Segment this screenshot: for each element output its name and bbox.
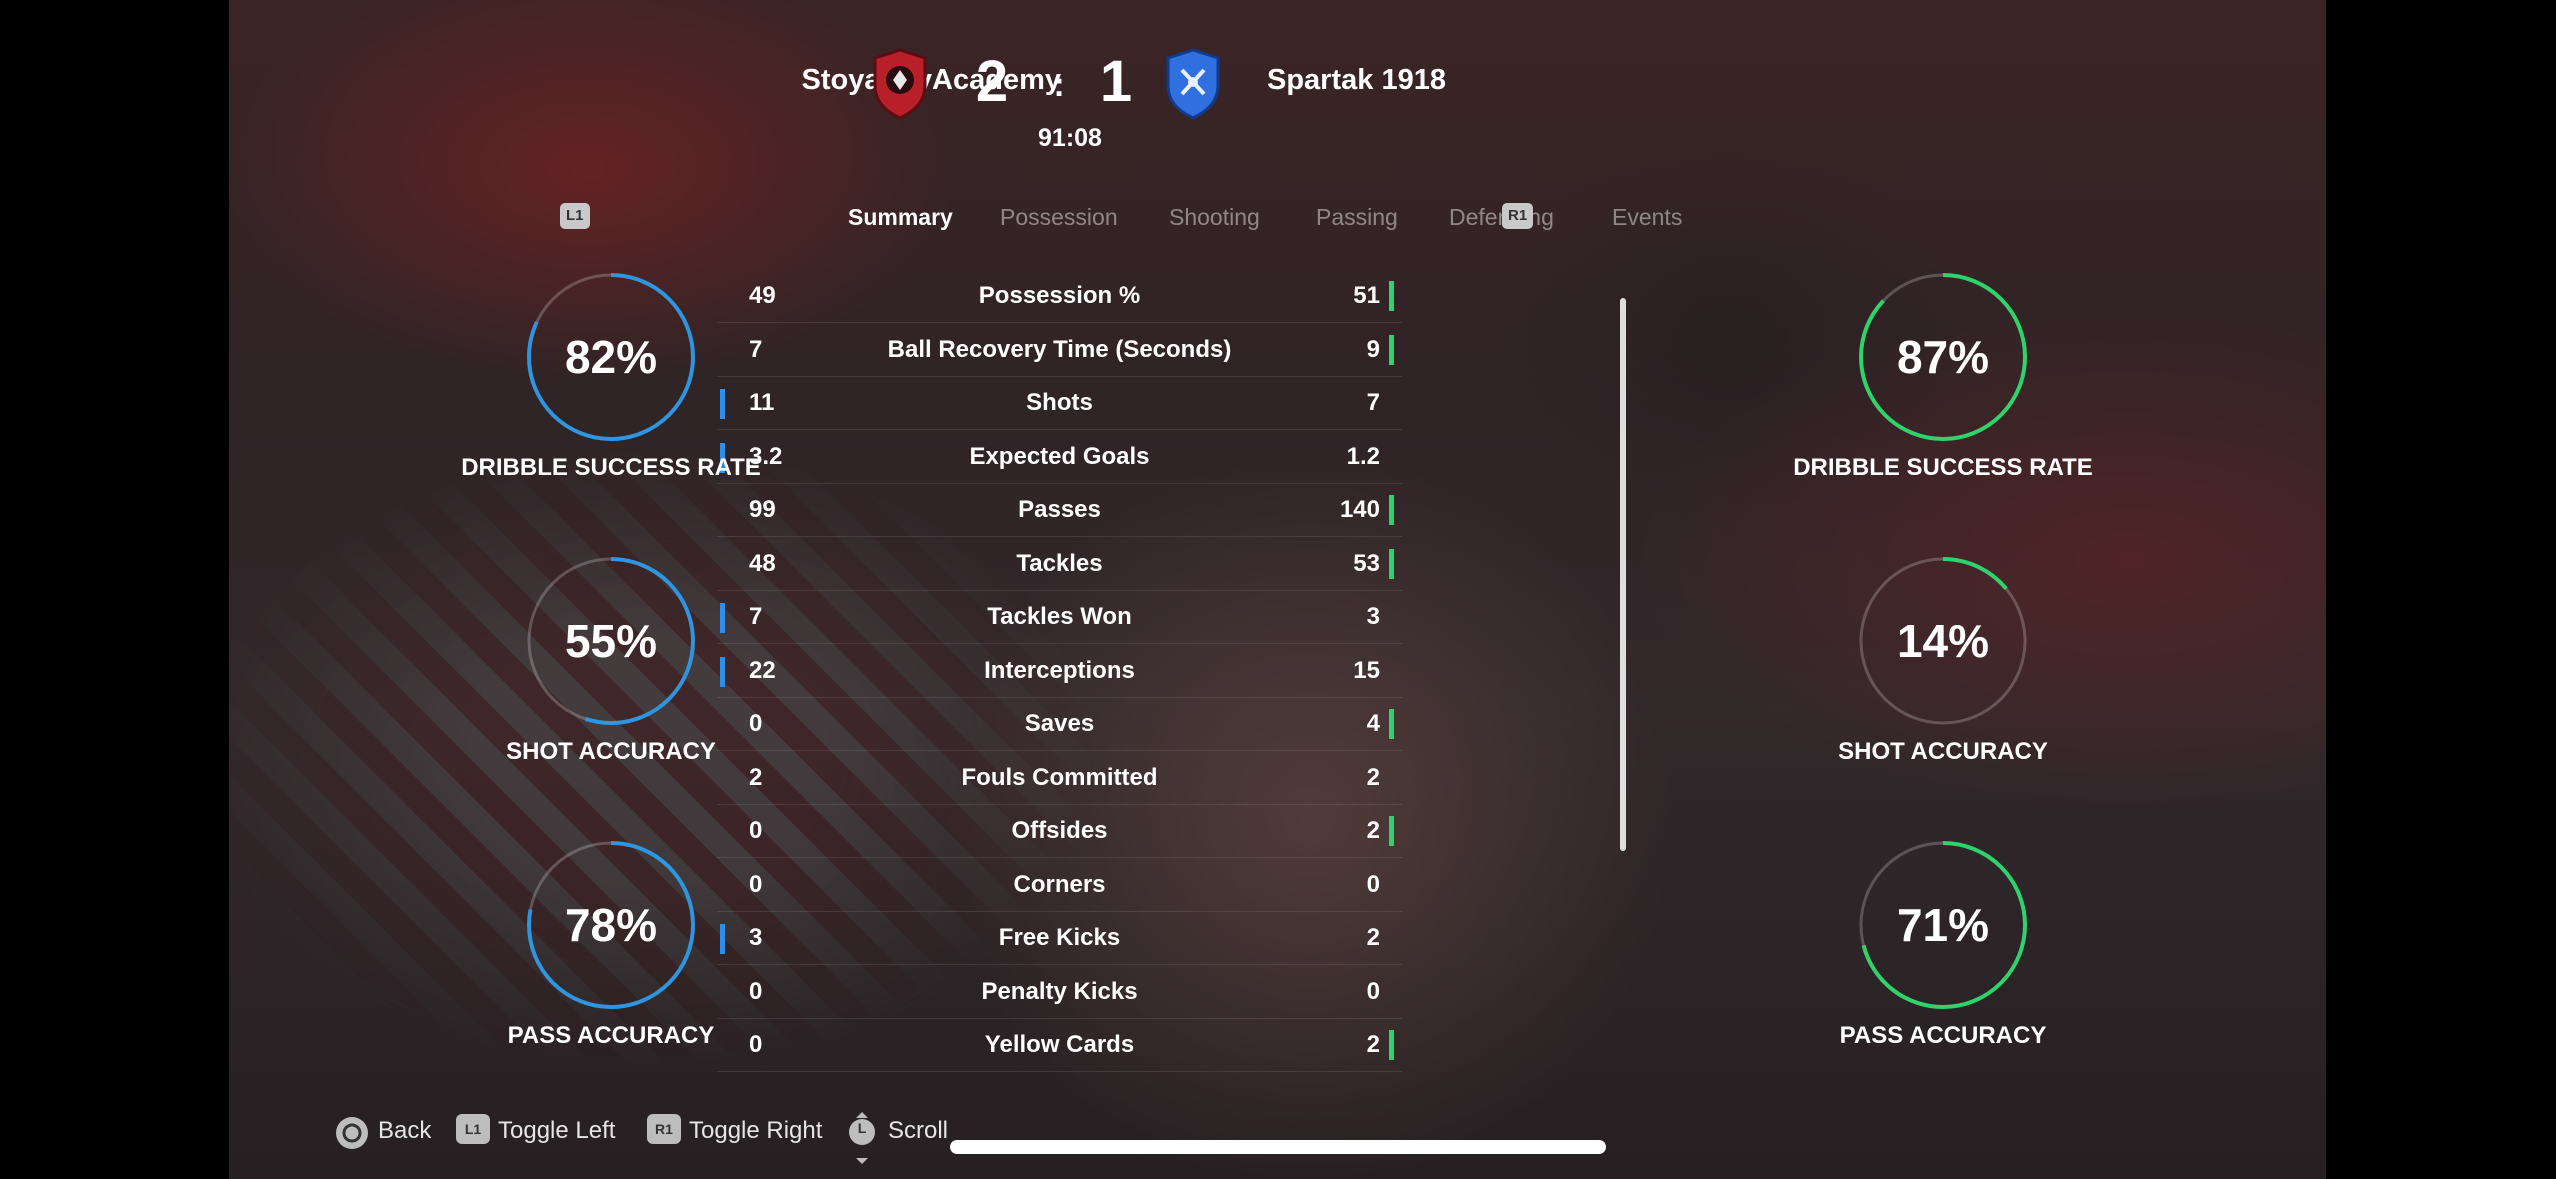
l1-footer-icon[interactable]: L1 xyxy=(456,1114,490,1144)
l1-button-icon[interactable]: L1 xyxy=(560,203,590,229)
toggle-left-label[interactable]: Toggle Left xyxy=(498,1117,615,1145)
stat-label: Possession % xyxy=(978,282,1141,309)
away-stat-value: 0 xyxy=(1366,977,1380,1005)
stat-row: 0 Penalty Kicks 0 xyxy=(717,965,1402,1019)
away-leader-bar xyxy=(1389,1030,1394,1060)
away-stat-value: 2 xyxy=(1366,1031,1380,1058)
away-leader-bar xyxy=(1389,709,1394,739)
away-stat-value: 3 xyxy=(1366,603,1380,630)
away-stat-value: 51 xyxy=(1353,282,1380,309)
home-indicator-bar[interactable] xyxy=(950,1140,1606,1154)
r1-button-icon[interactable]: R1 xyxy=(1502,203,1534,229)
away-stat-value: 2 xyxy=(1366,924,1380,951)
gauge-label: PASS ACCURACY xyxy=(507,1022,715,1049)
stat-label: Interceptions xyxy=(984,656,1135,684)
away-stat-value: 9 xyxy=(1366,335,1380,363)
stat-row: 7 Ball Recovery Time (Seconds) 9 xyxy=(717,323,1402,377)
away-score: 1 xyxy=(1099,49,1133,114)
away-leader-bar xyxy=(1389,816,1394,846)
stat-row: 99 Passes 140 xyxy=(717,483,1402,537)
stat-label: Ball Recovery Time (Seconds) xyxy=(887,335,1232,363)
r1-footer-icon[interactable]: R1 xyxy=(647,1114,681,1144)
away-leader-bar xyxy=(1389,281,1394,311)
stat-row: 48 Tackles 53 xyxy=(717,537,1402,591)
stat-label: Fouls Committed xyxy=(961,763,1158,791)
stat-row: 11 Shots 7 xyxy=(717,376,1402,430)
stat-row: 0 Yellow Cards 2 xyxy=(717,1018,1402,1072)
stat-row: 3 Free Kicks 2 xyxy=(717,911,1402,965)
stat-label: Yellow Cards xyxy=(984,1031,1135,1058)
away-team-name: Spartak 1918 xyxy=(1267,64,1446,96)
stats-scrollbar[interactable] xyxy=(1620,298,1626,851)
gauge-label: SHOT ACCURACY xyxy=(1838,738,2048,765)
stat-row: 3.2 Expected Goals 1.2 xyxy=(717,430,1402,484)
stat-label: Tackles xyxy=(1016,549,1103,577)
back-label[interactable]: Back xyxy=(378,1117,431,1145)
tab-possession[interactable]: Possession xyxy=(1000,204,1118,231)
stat-label: Free Kicks xyxy=(998,924,1121,951)
away-stat-value: 4 xyxy=(1366,710,1380,737)
stat-label: Saves xyxy=(1024,710,1095,737)
gauge-value: 78% xyxy=(564,899,658,951)
home-gauge: 78% xyxy=(526,840,696,1010)
gauge-value: 87% xyxy=(1896,331,1990,383)
gauge-label: PASS ACCURACY xyxy=(1839,1022,2047,1049)
toggle-right-label[interactable]: Toggle Right xyxy=(689,1117,822,1145)
gauge-value: 14% xyxy=(1896,615,1990,667)
stat-row: 7 Tackles Won 3 xyxy=(717,590,1402,644)
away-leader-bar xyxy=(1389,334,1394,365)
away-stat-value: 53 xyxy=(1353,549,1380,577)
gauge-label: DRIBBLE SUCCESS RATE xyxy=(1793,454,2093,481)
gauge-value: 71% xyxy=(1896,899,1990,951)
home-score: 2 xyxy=(975,49,1009,114)
away-stat-value: 2 xyxy=(1366,817,1380,844)
stat-label: Passes xyxy=(1018,496,1101,523)
home-crest-icon xyxy=(873,48,927,120)
stat-row: 0 Offsides 2 xyxy=(717,804,1402,858)
home-gauge: 82% xyxy=(526,272,696,442)
stat-row: 49 Possession % 51 xyxy=(717,269,1402,323)
away-leader-bar xyxy=(1389,548,1394,579)
scroll-button-letter: L xyxy=(857,1120,867,1136)
tab-summary[interactable]: Summary xyxy=(848,204,953,231)
away-stat-value: 1.2 xyxy=(1346,442,1380,470)
home-gauge: 55% xyxy=(526,556,696,726)
stat-row: 2 Fouls Committed 2 xyxy=(717,751,1402,805)
away-leader-bar xyxy=(1389,495,1394,525)
tab-shooting[interactable]: Shooting xyxy=(1169,204,1260,231)
match-clock: 91:08 xyxy=(1038,124,1102,152)
stat-row: 0 Saves 4 xyxy=(717,697,1402,751)
gauge-value: 55% xyxy=(564,615,658,667)
gauge-value: 82% xyxy=(564,331,658,383)
stat-label: Offsides xyxy=(1011,817,1108,844)
stat-row: 0 Corners 0 xyxy=(717,858,1402,912)
away-gauge: 87% xyxy=(1858,272,2028,442)
score-separator: : xyxy=(1053,66,1065,104)
circle-button-icon[interactable] xyxy=(334,1115,370,1151)
stat-row: 22 Interceptions 15 xyxy=(717,644,1402,698)
gauge-label: DRIBBLE SUCCESS RATE xyxy=(461,454,761,481)
away-crest-icon xyxy=(1166,48,1220,120)
stat-label: Corners xyxy=(1013,870,1106,898)
away-stat-value: 2 xyxy=(1366,763,1380,791)
away-stat-value: 140 xyxy=(1339,496,1380,523)
stat-label: Expected Goals xyxy=(969,442,1150,470)
away-gauge: 71% xyxy=(1858,840,2028,1010)
left-stick-icon[interactable] xyxy=(846,1110,878,1166)
tab-events[interactable]: Events xyxy=(1612,204,1682,231)
gauge-label: SHOT ACCURACY xyxy=(506,738,716,765)
tab-passing[interactable]: Passing xyxy=(1316,204,1398,231)
away-stat-value: 15 xyxy=(1353,656,1380,684)
away-stat-value: 0 xyxy=(1366,870,1380,898)
stat-label: Penalty Kicks xyxy=(981,977,1138,1005)
away-gauge: 14% xyxy=(1858,556,2028,726)
stat-label: Tackles Won xyxy=(987,603,1132,630)
scroll-label[interactable]: Scroll xyxy=(888,1117,948,1145)
stat-label: Shots xyxy=(1026,389,1093,416)
away-stat-value: 7 xyxy=(1366,389,1380,416)
